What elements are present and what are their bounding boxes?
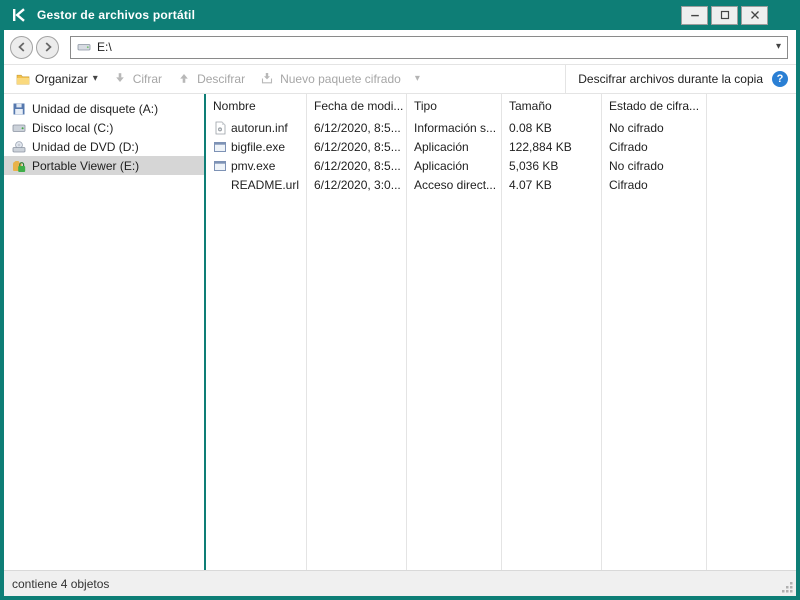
sidebar-item-dvd-d[interactable]: Unidad de DVD (D:) xyxy=(4,137,204,156)
application-file-icon xyxy=(213,159,227,173)
new-package-dropdown-button[interactable]: ▾ xyxy=(409,65,426,93)
folder-icon xyxy=(16,72,30,86)
window-title: Gestor de archivos portátil xyxy=(37,8,681,22)
back-button[interactable] xyxy=(10,36,33,59)
column-header-size[interactable]: Tamaño xyxy=(501,99,601,113)
help-icon[interactable]: ? xyxy=(772,71,788,87)
file-size: 4.07 KB xyxy=(501,178,601,192)
no-icon xyxy=(213,178,227,192)
address-bar[interactable]: E:\ ▾ xyxy=(70,36,788,59)
floppy-drive-icon xyxy=(12,102,26,116)
sidebar-item-floppy-a[interactable]: Unidad de disquete (A:) xyxy=(4,99,204,118)
portable-file-manager-window: Gestor de archivos portátil xyxy=(0,0,800,600)
file-encryption-status: Cifrado xyxy=(601,140,706,154)
window-body: E:\ ▾ Organizar ▾ Cifrar xyxy=(4,30,796,596)
file-name: README.url xyxy=(231,178,299,192)
file-row-bigfile-exe[interactable]: bigfile.exe 6/12/2020, 8:5... Aplicación… xyxy=(206,137,796,156)
new-package-dropdown-icon: ▾ xyxy=(415,74,420,84)
file-size: 122,884 KB xyxy=(501,140,601,154)
file-modified: 6/12/2020, 8:5... xyxy=(306,140,406,154)
file-encryption-status: No cifrado xyxy=(601,121,706,135)
drive-tree: Unidad de disquete (A:) Disco local (C:)… xyxy=(4,94,204,570)
file-name: bigfile.exe xyxy=(231,140,285,154)
column-header-encryption-status[interactable]: Estado de cifra... xyxy=(601,99,706,113)
status-text: contiene 4 objetos xyxy=(12,577,109,591)
organize-dropdown-icon: ▾ xyxy=(93,74,98,84)
status-bar: contiene 4 objetos xyxy=(4,570,796,596)
file-row-autorun-inf[interactable]: autorun.inf 6/12/2020, 8:5... Informació… xyxy=(206,118,796,137)
address-text: E:\ xyxy=(97,40,770,54)
minimize-button[interactable] xyxy=(681,6,708,25)
organize-button[interactable]: Organizar ▾ xyxy=(8,65,106,93)
hard-disk-icon xyxy=(12,121,26,135)
close-button[interactable] xyxy=(741,6,768,25)
file-type: Acceso direct... xyxy=(406,178,501,192)
encrypt-button[interactable]: Cifrar xyxy=(106,65,170,93)
sidebar-item-label: Unidad de disquete (A:) xyxy=(32,102,158,116)
decrypt-button[interactable]: Descifrar xyxy=(170,65,253,93)
column-header-modified[interactable]: Fecha de modi... xyxy=(306,99,406,113)
new-encrypted-package-button[interactable]: Nuevo paquete cifrado xyxy=(253,65,409,93)
file-size: 0.08 KB xyxy=(501,121,601,135)
setup-information-file-icon xyxy=(213,121,227,135)
kaspersky-logo-icon xyxy=(10,6,28,24)
file-modified: 6/12/2020, 3:0... xyxy=(306,178,406,192)
file-type: Aplicación xyxy=(406,159,501,173)
forward-button[interactable] xyxy=(36,36,59,59)
organize-label: Organizar xyxy=(35,72,88,86)
sidebar-item-label: Disco local (C:) xyxy=(32,121,113,135)
new-package-label: Nuevo paquete cifrado xyxy=(280,72,401,86)
decrypt-arrow-up-icon xyxy=(178,72,192,86)
sidebar-item-label: Unidad de DVD (D:) xyxy=(32,140,139,154)
file-modified: 6/12/2020, 8:5... xyxy=(306,159,406,173)
column-header-type[interactable]: Tipo xyxy=(406,99,501,113)
file-name: pmv.exe xyxy=(231,159,275,173)
file-type: Aplicación xyxy=(406,140,501,154)
new-package-icon xyxy=(261,72,275,86)
encrypted-folder-icon xyxy=(12,159,26,173)
encrypt-label: Cifrar xyxy=(133,72,162,86)
navigation-bar: E:\ ▾ xyxy=(4,30,796,64)
file-modified: 6/12/2020, 8:5... xyxy=(306,121,406,135)
decrypt-on-copy-label[interactable]: Descifrar archivos durante la copia xyxy=(578,72,763,86)
file-name: autorun.inf xyxy=(231,121,288,135)
drive-icon xyxy=(77,40,91,54)
file-row-readme-url[interactable]: README.url 6/12/2020, 3:0... Acceso dire… xyxy=(206,175,796,194)
arrow-left-icon xyxy=(16,41,28,53)
application-file-icon xyxy=(213,140,227,154)
file-size: 5,036 KB xyxy=(501,159,601,173)
sidebar-item-local-disk-c[interactable]: Disco local (C:) xyxy=(4,118,204,137)
column-header-name[interactable]: Nombre xyxy=(206,99,306,113)
decrypt-label: Descifrar xyxy=(197,72,245,86)
address-dropdown-icon[interactable]: ▾ xyxy=(776,42,781,52)
file-encryption-status: No cifrado xyxy=(601,159,706,173)
toolbar: Organizar ▾ Cifrar Descifrar Nuevo paqu xyxy=(4,64,796,94)
arrow-right-icon xyxy=(42,41,54,53)
maximize-button[interactable] xyxy=(711,6,738,25)
dvd-drive-icon xyxy=(12,140,26,154)
resize-grip-icon[interactable] xyxy=(781,581,794,594)
toolbar-right-group: Descifrar archivos durante la copia ? xyxy=(565,65,788,93)
sidebar-item-label: Portable Viewer (E:) xyxy=(32,159,139,173)
file-list: Nombre Fecha de modi... Tipo Tamaño Esta… xyxy=(206,94,796,570)
titlebar: Gestor de archivos portátil xyxy=(0,0,800,30)
file-type: Información s... xyxy=(406,121,501,135)
column-header-row: Nombre Fecha de modi... Tipo Tamaño Esta… xyxy=(206,94,796,118)
file-encryption-status: Cifrado xyxy=(601,178,706,192)
sidebar-item-portable-viewer-e[interactable]: Portable Viewer (E:) xyxy=(4,156,204,175)
encrypt-arrow-down-icon xyxy=(114,72,128,86)
file-row-pmv-exe[interactable]: pmv.exe 6/12/2020, 8:5... Aplicación 5,0… xyxy=(206,156,796,175)
window-controls xyxy=(681,6,768,25)
content-area: Unidad de disquete (A:) Disco local (C:)… xyxy=(4,94,796,570)
